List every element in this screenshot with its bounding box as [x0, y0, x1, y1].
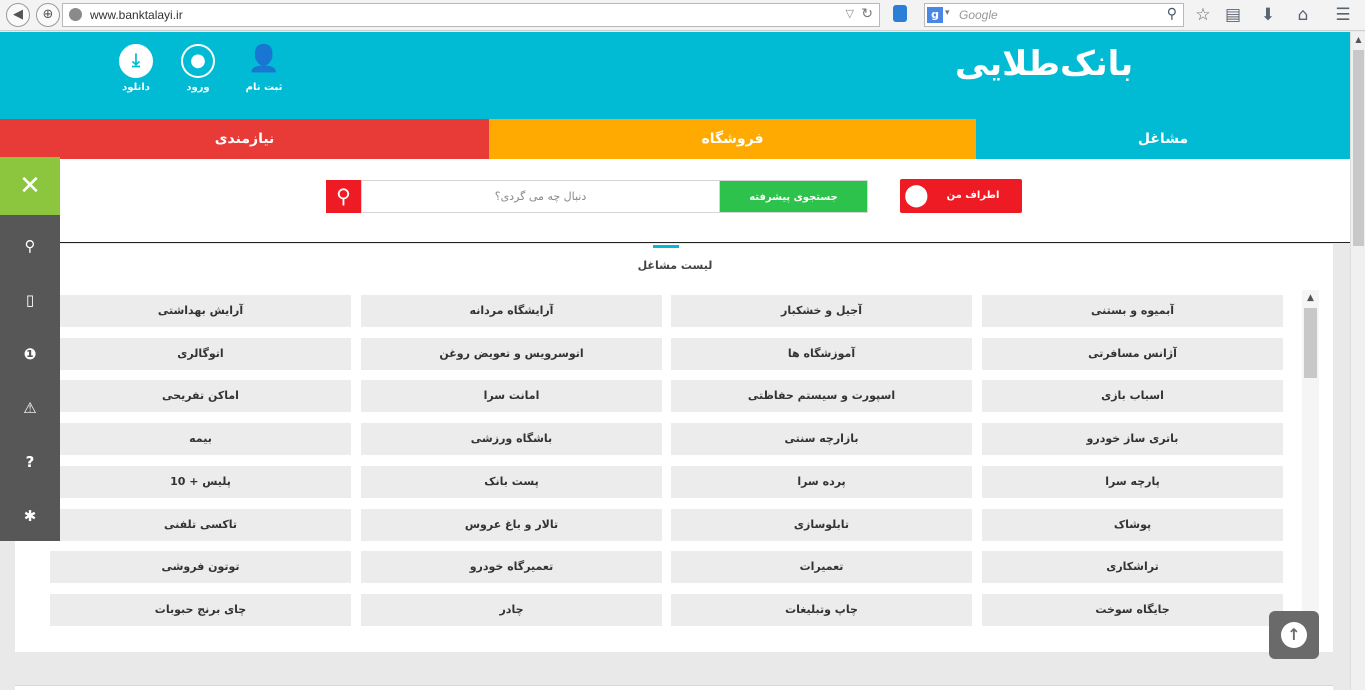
business-category-item[interactable]: آبمیوه و بستنی — [982, 295, 1283, 327]
info-icon[interactable]: ❶ — [0, 327, 60, 381]
business-category-item[interactable]: اماکن تفریحی — [50, 380, 351, 412]
search-placeholder: Google — [959, 8, 998, 22]
search-input[interactable]: دنبال چه می گردی؟ — [361, 180, 720, 213]
download-arrow-icon[interactable]: ⬇ — [1257, 5, 1279, 25]
tab-niazmandi[interactable]: نیازمندی — [0, 119, 489, 159]
add-user-icon: 👤 — [247, 44, 281, 74]
side-toolbar: ✕ ⚲ ▯ ❶ ⚠ ? ✱ — [0, 157, 60, 541]
list-title: لیست مشاغل — [637, 259, 713, 272]
business-category-item[interactable]: آجیل و خشکبار — [671, 295, 972, 327]
window-scrollbar[interactable]: ▲ — [1350, 32, 1365, 690]
business-category-item[interactable]: پلیس + 10 — [50, 466, 351, 498]
download-icon: ⤓ — [119, 44, 153, 78]
back-arrow-icon[interactable]: ◀ — [6, 3, 30, 27]
register-button[interactable]: 👤 ثبت نام — [234, 44, 294, 93]
business-category-item[interactable]: اتوسرویس و تعویض روغن — [361, 338, 662, 370]
business-category-item[interactable]: اسپورت و سیستم حفاظتی — [671, 380, 972, 412]
clipboard-icon[interactable]: ▤ — [1222, 5, 1244, 25]
page-bottom-edge — [15, 685, 1333, 690]
business-category-item[interactable]: تاکسی تلفنی — [50, 509, 351, 541]
url-dropdown-icon[interactable]: ▽ — [846, 7, 854, 20]
reload-icon[interactable]: ↻ — [861, 6, 873, 22]
close-icon[interactable]: ✕ — [0, 157, 60, 215]
engine-caret-icon[interactable]: ▾ — [945, 8, 950, 18]
location-icon[interactable]: ⚲ — [0, 219, 60, 273]
business-category-item[interactable]: پوشاک — [982, 509, 1283, 541]
business-category-item[interactable]: اسباب بازی — [982, 380, 1283, 412]
browser-toolbar: ◀ ⊕ www.banktalayi.ir ▽ ↻ g ▾ Google ⚲ ☆… — [0, 0, 1365, 31]
register-label: ثبت نام — [245, 82, 283, 93]
location-pin-icon: ⬤ — [904, 183, 929, 208]
business-category-item[interactable]: تراشکاری — [982, 551, 1283, 583]
asterisk-icon[interactable]: ✱ — [0, 489, 60, 543]
business-category-item[interactable]: پست بانک — [361, 466, 662, 498]
business-category-item[interactable]: پرده سرا — [671, 466, 972, 498]
business-category-item[interactable]: بازارچه سنتی — [671, 423, 972, 455]
arrow-up-icon: ↑ — [1281, 622, 1307, 648]
business-category-item[interactable]: اتوگالری — [50, 338, 351, 370]
business-category-item[interactable]: تالار و باغ عروس — [361, 509, 662, 541]
business-category-item[interactable]: تابلوسازی — [671, 509, 972, 541]
business-category-item[interactable]: آرایش بهداشتی — [50, 295, 351, 327]
list-scrollbar[interactable]: ▲ — [1302, 290, 1319, 652]
business-category-item[interactable]: پارچه سرا — [982, 466, 1283, 498]
category-tabs: مشاغل فروشگاه نیازمندی — [0, 119, 1350, 159]
database-icon[interactable] — [893, 5, 907, 22]
login-label: ورود — [186, 82, 210, 93]
back-to-top-button[interactable]: ↑ — [1269, 611, 1319, 659]
site-logo[interactable]: بانک‌طلایی — [955, 44, 1134, 84]
business-category-item[interactable]: امانت سرا — [361, 380, 662, 412]
business-category-item[interactable]: آرایشگاه مردانه — [361, 295, 662, 327]
business-category-item[interactable]: تعمیرگاه خودرو — [361, 551, 662, 583]
globe-icon — [69, 8, 82, 21]
business-category-item[interactable]: چادر — [361, 594, 662, 626]
business-category-item[interactable]: جایگاه سوخت — [982, 594, 1283, 626]
business-category-item[interactable]: چاپ وتبلیغات — [671, 594, 972, 626]
business-category-item[interactable]: آموزشگاه ها — [671, 338, 972, 370]
warning-icon[interactable]: ⚠ — [0, 381, 60, 435]
menu-icon[interactable]: ☰ — [1332, 5, 1354, 25]
list-icon — [653, 240, 679, 248]
tab-mashaghel[interactable]: مشاغل — [976, 119, 1350, 159]
star-icon[interactable]: ☆ — [1192, 5, 1214, 25]
tab-forushgah[interactable]: فروشگاه — [489, 119, 976, 159]
search-icon[interactable]: ⚲ — [1167, 6, 1177, 22]
business-category-item[interactable]: بیمه — [50, 423, 351, 455]
business-category-item[interactable]: تعمیرات — [671, 551, 972, 583]
download-button[interactable]: ⤓ دانلود — [106, 44, 166, 93]
business-category-item[interactable]: توتون فروشی — [50, 551, 351, 583]
list-scroll-thumb[interactable] — [1304, 308, 1317, 378]
business-category-item[interactable]: آژانس مسافرتی — [982, 338, 1283, 370]
business-category-item[interactable]: باتری ساز خودرو — [982, 423, 1283, 455]
address-bar[interactable]: www.banktalayi.ir ▽ ↻ — [62, 3, 880, 27]
window-scroll-thumb[interactable] — [1353, 50, 1364, 246]
browser-search-input[interactable]: g ▾ Google ⚲ — [924, 3, 1184, 27]
user-icon: ● — [181, 44, 215, 78]
google-icon[interactable]: g — [927, 7, 943, 23]
search-submit-icon[interactable]: ⚲ — [326, 180, 361, 213]
advanced-search-button[interactable]: جستجوی پیشرفته — [719, 180, 868, 213]
url-text: www.banktalayi.ir — [90, 8, 183, 22]
business-category-item[interactable]: چای برنج حبوبات — [50, 594, 351, 626]
home-icon[interactable]: ⌂ — [1292, 5, 1314, 25]
business-category-item[interactable]: باشگاه ورزشی — [361, 423, 662, 455]
mobile-icon[interactable]: ▯ — [0, 273, 60, 327]
window-scroll-up-icon[interactable]: ▲ — [1351, 32, 1365, 48]
site-identity-icon[interactable]: ⊕ — [36, 3, 60, 27]
download-label: دانلود — [122, 82, 150, 93]
login-button[interactable]: ● ورود — [168, 44, 228, 93]
help-icon[interactable]: ? — [0, 435, 60, 489]
site-header: بانک‌طلایی 👤 ثبت نام ● ورود ⤓ دانلود — [0, 32, 1350, 119]
scroll-up-icon[interactable]: ▲ — [1302, 290, 1319, 306]
